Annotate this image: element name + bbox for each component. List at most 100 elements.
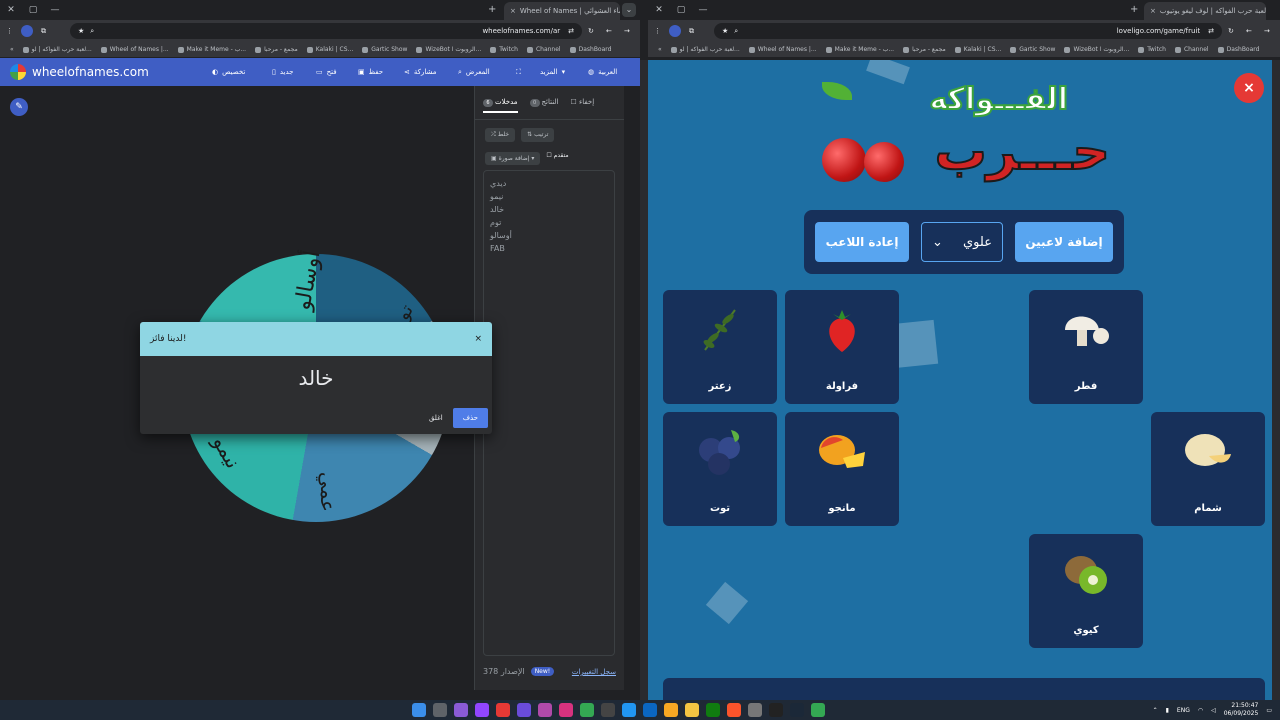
chevron-up-icon[interactable]: ⌃: [1153, 707, 1158, 714]
close-tab-icon[interactable]: ×: [1150, 7, 1156, 15]
tab-wheel-of-names[interactable]: × Wheel of Names | عجلة الأسماء العشوائي: [504, 2, 620, 20]
steam-icon[interactable]: [790, 703, 804, 717]
app-icon[interactable]: [664, 703, 678, 717]
maximize-icon[interactable]: ▢: [22, 5, 44, 15]
minimize-icon[interactable]: —: [44, 5, 66, 15]
shuffle-button[interactable]: ⤮ خلط: [485, 128, 516, 142]
fruit-card[interactable]: مانجو: [785, 412, 899, 526]
close-dialog-button[interactable]: اغلق: [429, 414, 443, 422]
menu-new[interactable]: ▯ جديد: [272, 58, 293, 86]
fruit-card[interactable]: كيوي: [1029, 534, 1143, 648]
forward-icon[interactable]: →: [1264, 27, 1270, 35]
bookmark-item[interactable]: مجمع - مرحبا: [903, 46, 946, 53]
tune-icon[interactable]: ⇄: [1208, 27, 1214, 35]
language-indicator[interactable]: ENG: [1177, 707, 1190, 714]
task-view-icon[interactable]: [433, 703, 447, 717]
forward-icon[interactable]: →: [624, 27, 630, 35]
bookmark-item[interactable]: WizeBot الروبوت ا...: [1064, 46, 1129, 53]
profile-icon[interactable]: [669, 25, 681, 37]
bookmark-item[interactable]: Gartic Show: [1010, 46, 1055, 53]
menu-open[interactable]: ▭ فتح: [316, 58, 337, 86]
youtube-icon[interactable]: [496, 703, 510, 717]
back-icon[interactable]: ←: [606, 27, 612, 35]
address-bar[interactable]: ★ ⌕ wheelofnames.com/ar ⇄: [70, 23, 582, 39]
bookmarks-overflow-icon[interactable]: «: [658, 46, 662, 53]
brave-icon[interactable]: [727, 703, 741, 717]
menu-save[interactable]: ▣ حفظ: [358, 58, 383, 86]
bookmark-item[interactable]: لعبة حرب الفواكه | لو...: [22, 46, 92, 53]
bookmark-item[interactable]: DashBoard: [569, 46, 611, 53]
bookmark-item[interactable]: Twitch: [1138, 46, 1166, 53]
app-icon[interactable]: [538, 703, 552, 717]
fruit-card[interactable]: شمام: [1151, 412, 1265, 526]
bookmark-item[interactable]: Make it Meme - ب...: [177, 46, 246, 53]
entries-textarea[interactable]: ديدي نيمو خالد توم أوسالو FAB: [483, 170, 615, 656]
bookmark-item[interactable]: مجمع - مرحبا: [255, 46, 298, 53]
chrome-icon[interactable]: [580, 703, 594, 717]
checkbox-icon[interactable]: ☐: [546, 152, 551, 159]
instagram-icon[interactable]: [559, 703, 573, 717]
close-game-button[interactable]: ×: [1234, 73, 1264, 103]
fruit-card[interactable]: فراولة: [785, 290, 899, 404]
address-bar[interactable]: ★ ⌕ loveligo.com/game/fruit ⇄: [714, 23, 1222, 39]
notifications-icon[interactable]: ▭: [1266, 707, 1272, 714]
tab-results[interactable]: 0 النتائج: [529, 98, 558, 113]
sort-button[interactable]: ⇅ ترتيب: [521, 128, 555, 142]
menu-dots-icon[interactable]: ⋮: [6, 27, 13, 35]
bookmark-item[interactable]: Wheel of Names |...: [100, 46, 169, 53]
edit-pencil-icon[interactable]: ✎: [10, 98, 28, 116]
site-info-icon[interactable]: ⌕: [734, 27, 738, 36]
tab-fruit-war[interactable]: × لعبة حرب الفواكه | لوف ليغو يوتيوب: [1144, 2, 1266, 20]
twitch-icon[interactable]: [475, 703, 489, 717]
discord-icon[interactable]: [454, 703, 468, 717]
app-icon[interactable]: [643, 703, 657, 717]
bookmark-star-icon[interactable]: ★: [78, 27, 84, 35]
extensions-icon[interactable]: ⧉: [41, 27, 46, 36]
back-icon[interactable]: ←: [1246, 27, 1252, 35]
reload-icon[interactable]: ↻: [1228, 27, 1234, 35]
bookmark-item[interactable]: Wheel of Names |...: [748, 46, 817, 53]
menu-more[interactable]: المزيد ▾: [540, 58, 565, 86]
start-icon[interactable]: [412, 703, 426, 717]
maximize-icon[interactable]: ▢: [670, 5, 692, 15]
clock[interactable]: 21:50:47 06/09/2025: [1224, 702, 1259, 718]
changelog-link[interactable]: سجل التغييرات: [572, 668, 616, 676]
bookmark-item[interactable]: لعبة حرب الفواكه | لو...: [670, 46, 740, 53]
player-select[interactable]: ⌄ علوي: [921, 222, 1003, 262]
menu-customize[interactable]: ◐ تخصيص: [212, 58, 245, 86]
close-window-icon[interactable]: ✕: [648, 5, 670, 15]
site-info-icon[interactable]: ⌕: [90, 27, 94, 36]
reload-icon[interactable]: ↻: [588, 27, 594, 35]
close-tab-icon[interactable]: ×: [510, 7, 516, 15]
menu-dots-icon[interactable]: ⋮: [654, 27, 661, 35]
bookmarks-overflow-icon[interactable]: «: [10, 46, 14, 53]
remove-winner-button[interactable]: حذف: [452, 408, 488, 428]
fruit-card[interactable]: زعتر: [663, 290, 777, 404]
bookmark-item[interactable]: Kalaki | CS...: [954, 46, 1001, 53]
right-scrollbar[interactable]: [1272, 60, 1280, 700]
bookmark-item[interactable]: Kalaki | CS...: [306, 46, 353, 53]
bookmark-item[interactable]: DashBoard: [1217, 46, 1259, 53]
wheel-logo-icon[interactable]: [10, 64, 26, 80]
add-players-button[interactable]: إضافة لاعبين: [1015, 222, 1113, 262]
bookmark-item[interactable]: Make it Meme - ب...: [825, 46, 894, 53]
bookmark-item[interactable]: Channel: [1174, 46, 1209, 53]
app-icon[interactable]: [748, 703, 762, 717]
site-title[interactable]: wheelofnames.com: [32, 65, 149, 79]
new-tab-icon[interactable]: +: [1130, 4, 1138, 15]
menu-gallery[interactable]: ⌕ المعرض: [458, 58, 490, 86]
xbox-icon[interactable]: [706, 703, 720, 717]
bookmark-item[interactable]: WizeBot الروبوت ا...: [416, 46, 481, 53]
close-window-icon[interactable]: ✕: [0, 5, 22, 15]
tab-entries[interactable]: 6 مدخلات: [483, 98, 518, 113]
checkbox-icon[interactable]: ☐: [570, 98, 576, 106]
fruit-card[interactable]: توت: [663, 412, 777, 526]
app-icon[interactable]: [601, 703, 615, 717]
bookmark-item[interactable]: Twitch: [490, 46, 518, 53]
folder-icon[interactable]: [685, 703, 699, 717]
app-icon[interactable]: [517, 703, 531, 717]
left-scrollbar[interactable]: [640, 60, 648, 700]
menu-share[interactable]: ⋖ مشاركة: [404, 58, 436, 86]
advanced-toggle[interactable]: ☐ متقدم: [546, 152, 568, 165]
extensions-icon[interactable]: ⧉: [689, 27, 694, 36]
